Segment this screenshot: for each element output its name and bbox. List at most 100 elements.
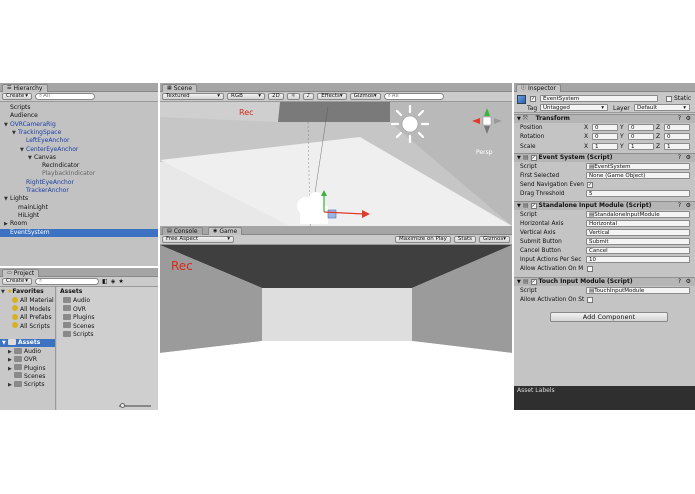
favorites-header[interactable]: ▼ ★Favorites <box>1 288 44 296</box>
transform-scale-y-field[interactable]: 1 <box>628 142 654 150</box>
object-name-input[interactable]: EventSystem <box>540 95 658 102</box>
hierarchy-item[interactable]: Audience <box>0 112 158 120</box>
asset-tree-item[interactable]: Scenes <box>8 372 45 381</box>
scene-search-input[interactable]: ⌕ All <box>383 93 444 100</box>
favorite-item[interactable]: All Prefabs <box>12 313 52 322</box>
favorite-item[interactable]: All Scripts <box>12 322 50 331</box>
standalone-horizontal-field[interactable]: Horizontal <box>586 220 690 227</box>
layer-dropdown[interactable]: Default ▾ <box>634 104 690 111</box>
touch-script-field[interactable]: ▤TouchInputModule <box>586 287 690 294</box>
asset-list-item[interactable]: Scenes <box>63 322 94 331</box>
hierarchy-create-button[interactable]: Create ▾ <box>2 93 33 100</box>
transform-rotation-y-field[interactable]: 0 <box>628 133 654 141</box>
hierarchy-item[interactable]: RightEyeAnchor <box>0 179 158 187</box>
transform-position-z-field[interactable]: 0 <box>664 124 690 131</box>
shading-mode-dropdown[interactable]: Textured ▾ <box>162 93 224 100</box>
help-icon[interactable]: ? <box>678 278 681 286</box>
help-icon[interactable]: ? <box>678 154 681 162</box>
favorite-item[interactable]: All Models <box>12 305 51 314</box>
component-gear-icon[interactable]: ⚙ <box>686 154 691 162</box>
hierarchy-item[interactable]: ▼ CenterEyeAnchor <box>0 146 158 154</box>
project-create-button[interactable]: Create ▾ <box>2 278 33 285</box>
filter-label-icon[interactable]: ◈ <box>111 278 116 285</box>
project-search-input[interactable]: ⌕ <box>35 278 100 285</box>
object-active-checkbox[interactable]: ✓ <box>530 96 536 102</box>
event-system-enabled-checkbox[interactable]: ✓ <box>530 155 537 161</box>
scene-gizmos-dropdown[interactable]: Gizmos ▾ <box>349 93 381 100</box>
game-viewport[interactable]: Rec <box>160 245 512 410</box>
event-system-header[interactable]: ▼ ▤ ✓ Event System (Script) ? ⚙ <box>514 153 695 162</box>
transform-scale-z-field[interactable]: 1 <box>664 142 690 150</box>
hierarchy-search-input[interactable]: ⌕ All <box>35 93 96 100</box>
tab-console[interactable]: ▤ Console <box>162 227 203 235</box>
transform-position-y-field[interactable]: 0 <box>628 124 654 131</box>
standalone-vertical-field[interactable]: Vertical <box>586 229 690 236</box>
tag-dropdown[interactable]: Untagged ▾ <box>540 104 608 111</box>
first-selected-field[interactable]: None (Game Object) <box>586 172 690 179</box>
maximize-on-play-toggle[interactable]: Maximize on Play <box>395 236 451 243</box>
hierarchy-item[interactable]: ▶ Room <box>0 220 158 228</box>
asset-tree-item[interactable]: ▶ Scripts <box>8 380 45 389</box>
hierarchy-item[interactable]: RecIndicator <box>0 162 158 170</box>
transform-rotation-x-field[interactable]: 0 <box>592 133 618 141</box>
transform-header[interactable]: ▼ ⤧ Transform ? ⚙ <box>514 114 695 123</box>
hierarchy-item[interactable]: ▼ Lights <box>0 195 158 203</box>
standalone-input-header[interactable]: ▼ ▤ ✓ Standalone Input Module (Script) ?… <box>514 201 695 210</box>
zoom-slider-handle[interactable] <box>120 403 125 408</box>
add-component-button[interactable]: Add Component <box>550 312 668 322</box>
hierarchy-item[interactable]: HiLight <box>0 212 158 220</box>
asset-list-item[interactable]: Audio <box>63 296 90 305</box>
tab-inspector[interactable]: ⓘ Inspector <box>516 84 562 92</box>
touch-enabled-checkbox[interactable]: ✓ <box>530 279 537 285</box>
standalone-allow-activation-checkbox[interactable] <box>587 266 593 272</box>
tab-game[interactable]: ◉ Game <box>208 227 243 235</box>
aspect-dropdown[interactable]: Free Aspect ▾ <box>162 236 234 243</box>
asset-tree-item[interactable]: ▶ OVR <box>8 355 37 364</box>
touch-allow-activation-checkbox[interactable] <box>587 297 593 303</box>
hierarchy-item[interactable]: ▼ Canvas <box>0 154 158 162</box>
hierarchy-item[interactable]: PlaybackIndicator <box>0 170 158 178</box>
standalone-enabled-checkbox[interactable]: ✓ <box>530 203 537 209</box>
effects-dropdown[interactable]: Effects ▾ <box>317 93 347 100</box>
scene-viewport[interactable]: Rec Persp <box>160 102 512 226</box>
component-gear-icon[interactable]: ⚙ <box>686 278 691 286</box>
assets-root-item[interactable]: ▼ Assets <box>0 338 55 347</box>
touch-input-header[interactable]: ▼ ▤ ✓ Touch Input Module (Script) ? ⚙ <box>514 277 695 286</box>
favorite-item[interactable]: All Material <box>12 296 54 305</box>
es-script-field[interactable]: ▤EventSystem <box>586 163 690 170</box>
hierarchy-item[interactable]: Scripts <box>0 104 158 112</box>
tab-hierarchy[interactable]: ☰ Hierarchy <box>2 84 48 92</box>
audio-toggle[interactable]: ♪ <box>302 93 315 100</box>
render-mode-dropdown[interactable]: RGB ▾ <box>227 93 265 100</box>
drag-threshold-field[interactable]: 5 <box>586 190 690 197</box>
send-navigation-checkbox[interactable]: ✓ <box>587 182 593 188</box>
help-icon[interactable]: ? <box>678 202 681 210</box>
asset-list-item[interactable]: OVR <box>63 305 86 314</box>
standalone-submit-field[interactable]: Submit <box>586 238 690 245</box>
persp-label[interactable]: Persp <box>476 149 493 156</box>
static-checkbox[interactable] <box>666 96 672 102</box>
tab-scene[interactable]: ▦ Scene <box>162 84 198 92</box>
asset-list-item[interactable]: Scripts <box>63 330 94 339</box>
lighting-toggle[interactable]: ☼ <box>286 93 300 100</box>
hierarchy-item[interactable]: mainLight <box>0 204 158 212</box>
hierarchy-item[interactable]: ▼ TrackingSpace <box>0 129 158 137</box>
transform-scale-x-field[interactable]: 1 <box>592 142 618 150</box>
transform-position-x-field[interactable]: 0 <box>592 124 618 131</box>
asset-list-item[interactable]: Plugins <box>63 313 95 322</box>
asset-tree-item[interactable]: ▶ Audio <box>8 347 41 356</box>
stats-toggle[interactable]: Stats <box>453 236 476 243</box>
filter-type-icon[interactable]: ◧ <box>102 278 108 285</box>
component-gear-icon[interactable]: ⚙ <box>686 115 691 123</box>
standalone-script-field[interactable]: ▤StandaloneInputModule <box>586 211 690 218</box>
favorite-star-icon[interactable]: ★ <box>118 278 123 285</box>
hierarchy-item[interactable]: EventSystem <box>0 228 158 237</box>
standalone-input_actions-field[interactable]: 10 <box>586 256 690 263</box>
help-icon[interactable]: ? <box>678 115 681 123</box>
hierarchy-item[interactable]: ▼ OVRCameraRig <box>0 121 158 129</box>
game-gizmos-dropdown[interactable]: Gizmos ▾ <box>478 236 510 243</box>
orientation-gizmo[interactable] <box>470 106 504 136</box>
standalone-cancel-field[interactable]: Cancel <box>586 247 690 254</box>
mode-2d-toggle[interactable]: 2D <box>268 93 284 100</box>
transform-rotation-z-field[interactable]: 0 <box>664 133 690 141</box>
